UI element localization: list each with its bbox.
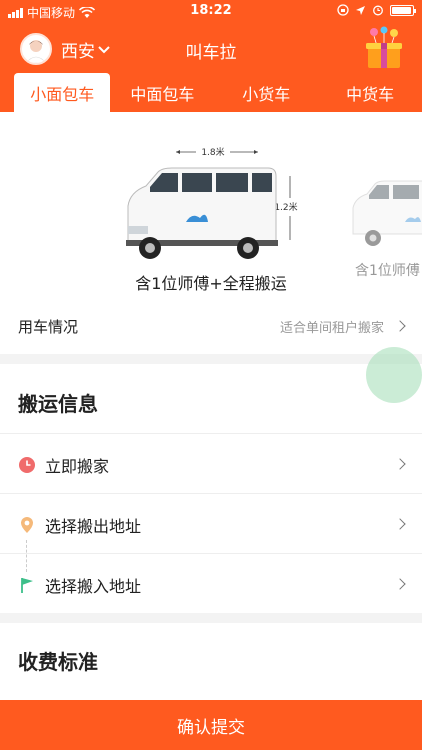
usage-value: 适合单间租户搬家 [279, 320, 384, 336]
move-in-address-label: 选择搬入地址 [45, 577, 142, 596]
app-header: 中国移动 18:22 西安 叫车拉 小面包车 中面包车 小货车 中货车 [0, 0, 422, 112]
move-now-label: 立即搬家 [45, 457, 110, 476]
section-divider [0, 354, 422, 364]
section-divider [0, 613, 422, 623]
tab-small-minivan[interactable]: 小面包车 [14, 73, 111, 112]
moving-info-title: 搬运信息 [18, 392, 98, 416]
van-height-label: 1.2米 [274, 201, 297, 213]
rotation-lock-icon [337, 4, 349, 16]
move-out-address-label: 选择搬出地址 [45, 517, 142, 536]
gift-icon[interactable] [362, 26, 406, 70]
chevron-right-icon [394, 518, 406, 530]
chevron-right-icon [394, 320, 406, 332]
status-bar: 中国移动 18:22 [0, 0, 422, 24]
chevron-right-icon [394, 458, 406, 470]
chevron-right-icon [394, 578, 406, 590]
move-out-address-row[interactable]: 选择搬出地址 [0, 493, 422, 553]
usage-row[interactable]: 用车情况 适合单间租户搬家 [0, 300, 422, 352]
tab-small-truck[interactable]: 小货车 [214, 73, 318, 112]
move-now-row[interactable]: 立即搬家 [0, 433, 422, 493]
tab-medium-truck[interactable]: 中货车 [318, 73, 422, 112]
move-in-address-row[interactable]: 选择搬入地址 [0, 553, 422, 613]
touch-ripple [366, 347, 422, 403]
van-image: 1.8米 1.2米 [126, 146, 298, 259]
clock-icon [19, 457, 35, 473]
location-pin-icon [21, 517, 33, 533]
van-width-label: 1.8米 [201, 146, 224, 158]
next-van-image [352, 180, 422, 246]
page-title: 叫车拉 [185, 43, 237, 63]
confirm-button[interactable]: 确认提交 [0, 700, 422, 750]
alarm-icon [373, 5, 383, 16]
next-van-caption: 含1位师傅 [355, 263, 420, 279]
status-right [337, 4, 416, 16]
tab-medium-minivan[interactable]: 中面包车 [110, 73, 214, 112]
usage-label: 用车情况 [18, 317, 79, 336]
location-arrow-icon [356, 5, 365, 15]
flag-icon [21, 578, 33, 593]
vehicle-type-tabs: 小面包车 中面包车 小货车 中货车 [0, 73, 422, 112]
battery-icon [390, 4, 416, 16]
fees-title: 收费标准 [18, 650, 98, 674]
